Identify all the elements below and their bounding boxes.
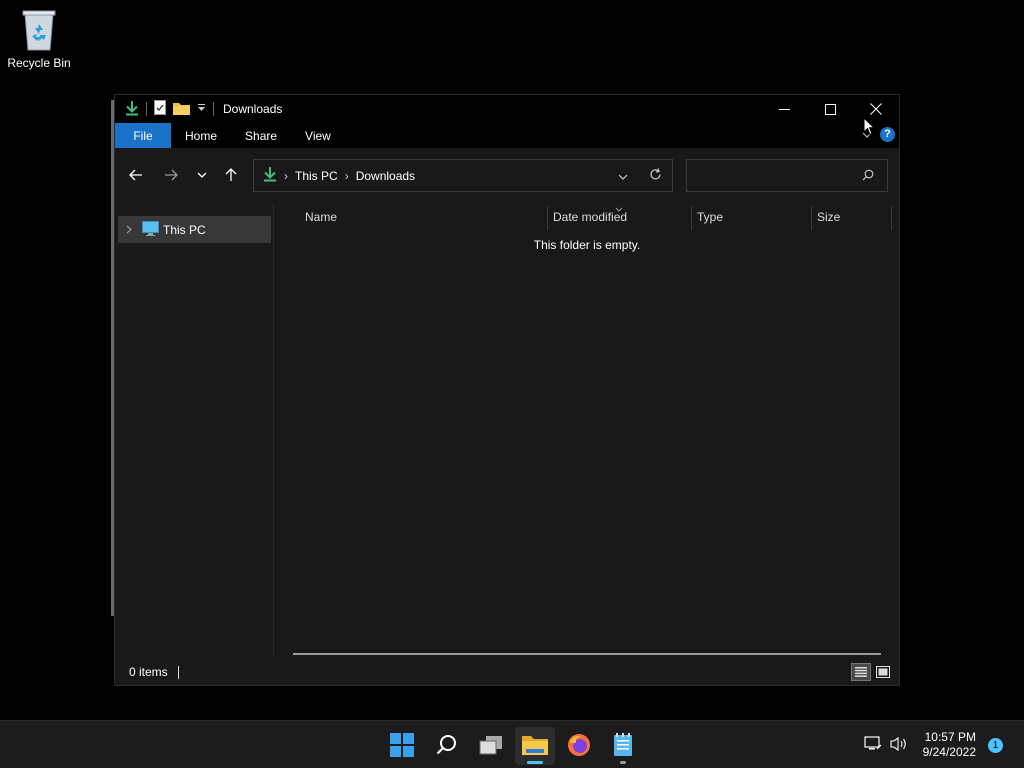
task-view-icon: [479, 735, 503, 758]
recycle-bin-label: Recycle Bin: [7, 56, 71, 70]
tab-share[interactable]: Share: [231, 123, 291, 148]
quick-access-toolbar: Downloads: [115, 95, 282, 123]
window-title: Downloads: [223, 102, 283, 116]
column-header-date-modified[interactable]: Date modified: [547, 203, 691, 230]
new-folder-icon[interactable]: [173, 101, 190, 118]
address-bar[interactable]: › This PC › Downloads: [253, 159, 673, 192]
recycle-bin-icon: [19, 6, 59, 52]
properties-icon[interactable]: [154, 100, 166, 118]
download-icon: [125, 100, 139, 119]
search-box[interactable]: [686, 159, 888, 192]
taskbar-firefox-button[interactable]: [559, 727, 599, 765]
taskbar-search-button[interactable]: [427, 727, 467, 765]
minimize-button[interactable]: [761, 95, 807, 123]
window-controls: [761, 95, 899, 123]
file-explorer-icon: [522, 734, 548, 759]
notepad-icon: [613, 732, 633, 760]
details-view-button[interactable]: [851, 663, 871, 681]
column-header-name[interactable]: Name: [299, 203, 547, 230]
tab-home[interactable]: Home: [171, 123, 231, 148]
back-button[interactable]: [121, 160, 151, 190]
download-icon: [263, 166, 277, 185]
file-explorer-window: Downloads File Home Share View ? › This …: [114, 94, 900, 686]
navigation-bar: › This PC › Downloads: [115, 148, 899, 203]
forward-button[interactable]: [156, 160, 186, 190]
chevron-right-icon[interactable]: ›: [345, 169, 349, 183]
recent-locations-button[interactable]: [187, 160, 217, 190]
close-button[interactable]: [853, 95, 899, 123]
column-header-type[interactable]: Type: [691, 203, 811, 230]
help-icon[interactable]: ?: [880, 127, 895, 142]
start-button[interactable]: [382, 727, 422, 765]
clock-date: 9/24/2022: [922, 745, 976, 759]
search-input[interactable]: [693, 166, 853, 186]
search-icon: [436, 734, 458, 759]
title-bar[interactable]: Downloads: [115, 95, 899, 123]
empty-folder-message: This folder is empty.: [533, 238, 641, 252]
taskbar-file-explorer-button[interactable]: [515, 727, 555, 765]
tab-file[interactable]: File: [115, 123, 171, 148]
toolbar-separator: [213, 102, 214, 116]
taskbar-notepad-button[interactable]: [603, 727, 643, 765]
view-switcher: [851, 663, 893, 681]
volume-icon[interactable]: [890, 736, 908, 755]
firefox-icon: [567, 733, 591, 760]
maximize-button[interactable]: [807, 95, 853, 123]
notification-badge[interactable]: 1: [988, 738, 1003, 753]
status-bar: 0 items: [115, 659, 899, 685]
task-view-button[interactable]: [471, 727, 511, 765]
recycle-bin-desktop-icon[interactable]: Recycle Bin: [4, 6, 74, 70]
taskbar: 10:57 PM 9/24/2022 1: [0, 720, 1024, 768]
file-list: Name Date modified Type Size This folder…: [275, 203, 899, 656]
breadcrumb-this-pc[interactable]: This PC: [295, 169, 338, 183]
column-header-size[interactable]: Size: [811, 203, 891, 230]
chevron-right-icon[interactable]: [126, 223, 132, 237]
tab-view[interactable]: View: [291, 123, 345, 148]
clock[interactable]: 10:57 PM 9/24/2022: [923, 730, 976, 760]
system-tray: [864, 721, 908, 768]
mouse-cursor-icon: [863, 116, 876, 139]
refresh-icon[interactable]: [649, 168, 662, 184]
column-separator[interactable]: [891, 206, 892, 230]
breadcrumb-downloads[interactable]: Downloads: [356, 169, 415, 183]
chevron-right-icon[interactable]: ›: [284, 169, 288, 183]
ribbon-tabs: File Home Share View ?: [115, 123, 899, 148]
clock-time: 10:57 PM: [924, 730, 976, 744]
nav-item-label: This PC: [163, 222, 206, 237]
computer-icon: [142, 220, 159, 239]
running-app-indicator: [620, 761, 626, 764]
status-separator: [177, 665, 179, 679]
up-button[interactable]: [216, 160, 246, 190]
horizontal-scrollbar[interactable]: [293, 653, 881, 655]
toolbar-separator: [146, 102, 147, 116]
search-icon[interactable]: [862, 169, 874, 184]
address-dropdown-icon[interactable]: [618, 170, 628, 184]
navigation-pane: This PC: [115, 203, 274, 656]
network-icon[interactable]: [864, 735, 882, 755]
nav-item-this-pc[interactable]: This PC: [118, 216, 271, 243]
customize-toolbar-icon[interactable]: [197, 102, 206, 116]
active-app-indicator: [527, 761, 543, 764]
windows-logo-icon: [390, 732, 414, 760]
item-count: 0 items: [129, 665, 168, 679]
large-icons-view-button[interactable]: [873, 663, 893, 681]
